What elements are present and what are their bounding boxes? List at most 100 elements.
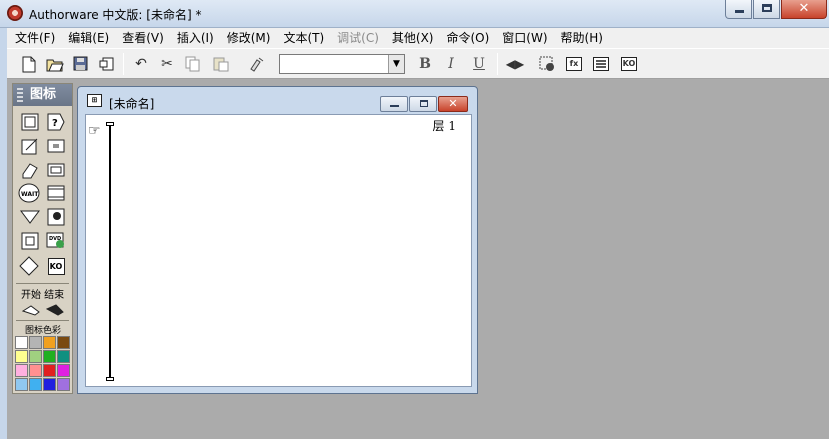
- icon-color-label: 图标色彩: [25, 326, 62, 336]
- menu-xtras[interactable]: 其他(X): [392, 28, 441, 48]
- color-swatch[interactable]: [29, 336, 42, 349]
- authorware-app-icon[interactable]: [7, 5, 23, 21]
- menu-modify[interactable]: 修改(M): [227, 28, 278, 48]
- color-swatch[interactable]: [15, 364, 28, 377]
- window-border: [0, 28, 7, 439]
- minimize-button[interactable]: [725, 0, 752, 19]
- motion-icon[interactable]: [20, 136, 40, 156]
- menu-bar: 文件(F) 编辑(E) 查看(V) 插入(I) 修改(M) 文本(T) 调试(C…: [7, 28, 829, 48]
- knowledge-objects-button[interactable]: KO: [619, 54, 639, 74]
- paste-hand-icon: ☞: [88, 123, 101, 139]
- display-icon[interactable]: [20, 112, 40, 132]
- minimize-icon: [735, 10, 744, 13]
- palette-divider: [16, 320, 69, 321]
- layer-label: 层 1: [432, 119, 456, 133]
- start-end-label: 开始 结束: [21, 290, 65, 301]
- icon-palette: 图标 ? WAIT DVD KO 开始 结束 图标色彩: [12, 83, 73, 394]
- maximize-icon: [420, 100, 428, 107]
- new-file-icon[interactable]: [19, 54, 39, 74]
- toolbar: ↶ ✂ ▼ B I U ◀▶ fx KO: [7, 48, 829, 79]
- undo-icon[interactable]: ↶: [131, 54, 151, 74]
- color-swatches: [15, 336, 70, 391]
- svg-text:WAIT: WAIT: [21, 191, 39, 198]
- italic-button[interactable]: I: [441, 54, 461, 74]
- underline-button[interactable]: U: [469, 54, 489, 74]
- menu-debug[interactable]: 调试(C): [337, 28, 386, 48]
- flowline[interactable]: [109, 125, 111, 379]
- color-swatch[interactable]: [29, 364, 42, 377]
- digital-movie-icon[interactable]: [46, 183, 66, 203]
- framework-icon[interactable]: [20, 231, 40, 251]
- color-swatch[interactable]: [57, 364, 70, 377]
- maximize-button[interactable]: [753, 0, 780, 19]
- color-swatch[interactable]: [57, 350, 70, 363]
- open-file-icon[interactable]: [45, 54, 65, 74]
- close-icon: ✕: [798, 1, 810, 16]
- bold-button[interactable]: B: [415, 54, 435, 74]
- control-panel-icon[interactable]: [537, 54, 557, 74]
- restart-icon[interactable]: ◀▶: [505, 54, 525, 74]
- flowline-canvas[interactable]: ☞ 层 1: [85, 114, 472, 387]
- knowledge-object-icon[interactable]: KO: [46, 256, 66, 276]
- flowline-window-title: [未命名]: [109, 97, 155, 111]
- calculation-icon[interactable]: [46, 136, 66, 156]
- import-icon[interactable]: [97, 54, 117, 74]
- title-bar: Authorware 中文版: [未命名] * ✕: [0, 0, 829, 28]
- find-icon[interactable]: [247, 54, 267, 74]
- palette-grip[interactable]: [17, 88, 23, 102]
- interaction-icon[interactable]: ?: [46, 112, 66, 132]
- color-swatch[interactable]: [15, 378, 28, 391]
- chevron-down-icon[interactable]: ▼: [388, 55, 404, 73]
- menu-commands[interactable]: 命令(O): [446, 28, 496, 48]
- knowledge-object-icon-label: KO: [47, 257, 65, 275]
- color-swatch[interactable]: [15, 336, 28, 349]
- paste-icon[interactable]: [211, 54, 231, 74]
- menu-text[interactable]: 文本(T): [283, 28, 331, 48]
- copy-icon[interactable]: [183, 54, 203, 74]
- color-swatch[interactable]: [29, 378, 42, 391]
- sound-icon[interactable]: [46, 207, 66, 227]
- navigate-icon[interactable]: [20, 207, 40, 227]
- flowline-end-cap: [106, 377, 114, 381]
- cut-icon[interactable]: ✂: [157, 54, 177, 74]
- menu-view[interactable]: 查看(V): [122, 28, 171, 48]
- menu-file[interactable]: 文件(F): [15, 28, 62, 48]
- decision-icon[interactable]: [19, 256, 39, 276]
- map-icon[interactable]: [46, 160, 66, 180]
- functions-button[interactable]: fx: [564, 54, 584, 74]
- flowline-maximize-button[interactable]: [409, 96, 437, 112]
- functions-icon: fx: [566, 57, 582, 71]
- menu-window[interactable]: 窗口(W): [502, 28, 554, 48]
- flowline-window-controls: ✕: [380, 96, 468, 112]
- toolbar-separator: [497, 53, 498, 75]
- flowline-window-title-bar[interactable]: ⊞ [未命名] ✕: [78, 87, 477, 112]
- video-icon[interactable]: DVD: [46, 231, 66, 251]
- color-swatch[interactable]: [43, 364, 56, 377]
- color-swatch[interactable]: [57, 378, 70, 391]
- window-title: Authorware 中文版: [未命名] *: [29, 8, 202, 22]
- color-swatch[interactable]: [43, 350, 56, 363]
- color-swatch[interactable]: [43, 378, 56, 391]
- menu-insert[interactable]: 插入(I): [177, 28, 221, 48]
- variables-icon[interactable]: [591, 54, 611, 74]
- erase-icon[interactable]: [20, 160, 40, 180]
- color-swatch[interactable]: [57, 336, 70, 349]
- color-swatch[interactable]: [15, 350, 28, 363]
- start-flag-icon[interactable]: [21, 300, 41, 320]
- menu-help[interactable]: 帮助(H): [561, 28, 610, 48]
- flowline-minimize-button[interactable]: [380, 96, 408, 112]
- map-icon: ⊞: [87, 94, 102, 107]
- menu-edit[interactable]: 编辑(E): [68, 28, 116, 48]
- palette-divider: [16, 283, 69, 284]
- minimize-icon: [390, 105, 399, 107]
- save-all-icon[interactable]: [71, 54, 91, 74]
- color-swatch[interactable]: [29, 350, 42, 363]
- flowline-close-button[interactable]: ✕: [438, 96, 468, 112]
- flowline-window: ⊞ [未命名] ✕ ☞ 层 1: [77, 86, 478, 394]
- toolbar-separator: [123, 53, 124, 75]
- close-button[interactable]: ✕: [781, 0, 827, 19]
- color-swatch[interactable]: [43, 336, 56, 349]
- stop-flag-icon[interactable]: [45, 300, 65, 320]
- wait-icon[interactable]: WAIT: [18, 183, 40, 203]
- font-select[interactable]: ▼: [279, 54, 405, 74]
